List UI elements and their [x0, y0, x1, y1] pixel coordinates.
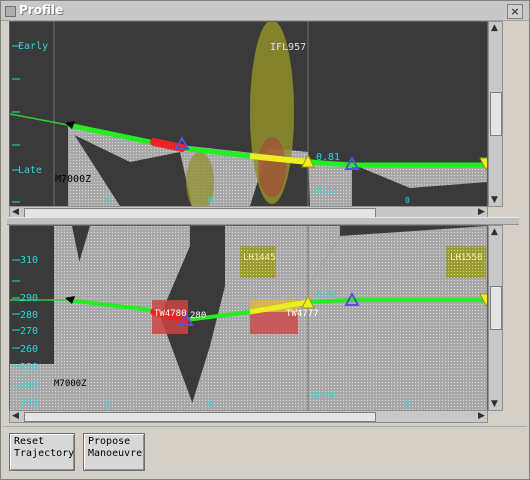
window-title: Profile [19, 3, 64, 17]
top-profile-canvas: 0 0 0 Early Late IFL957 M7000Z 0.81 10:1… [10, 22, 487, 206]
flight-label-ifl957[interactable]: IFL957 [270, 42, 306, 53]
altitude-label: 220 [20, 398, 38, 409]
time-label: 10:15 [313, 186, 337, 195]
flight-label: TW4777 [286, 309, 319, 319]
scroll-thumb[interactable] [490, 286, 502, 330]
flight-label: LH1445 [243, 253, 276, 263]
bottom-profile-panel[interactable]: 310 290 280 270 260 250 240 220 M7000Z L… [9, 225, 488, 411]
scroll-thumb[interactable] [490, 92, 502, 136]
altitude-label: 250 [20, 362, 38, 373]
close-button[interactable]: × [507, 4, 523, 19]
title-bar[interactable]: Profile × [1, 1, 529, 21]
button-bar [3, 426, 527, 478]
button-label-line: Trajectory [14, 448, 75, 459]
pane-splitter[interactable] [7, 217, 519, 225]
window-menu-icon[interactable] [5, 6, 16, 17]
altitude-label: 260 [20, 344, 38, 355]
scroll-up-icon[interactable]: ▲ [489, 23, 500, 33]
tick-label: 0 [405, 400, 410, 409]
scroll-down-icon[interactable]: ▼ [489, 195, 500, 205]
button-label-line: Reset [14, 436, 45, 447]
profile-window: Profile × 0 0 0 Early Late IFL957 M7000Z… [0, 0, 530, 480]
value-label: 0.81 [316, 291, 338, 301]
flight-label: TW4780 [154, 309, 187, 319]
tick-label: 0 [405, 196, 410, 205]
value-label: 0.81 [316, 152, 340, 163]
altitude-label: 240 [20, 380, 38, 391]
reset-trajectory-button[interactable]: Reset Trajectory [9, 433, 75, 471]
tick-label: 0 [208, 400, 213, 409]
top-profile-panel[interactable]: 0 0 0 Early Late IFL957 M7000Z 0.81 10:1… [9, 21, 488, 207]
flight-label: M7000Z [54, 379, 87, 389]
scroll-down-icon[interactable]: ▼ [489, 399, 500, 409]
altitude-label: 280 [20, 310, 38, 321]
altitude-label: 310 [20, 255, 38, 266]
scroll-thumb[interactable] [24, 412, 376, 422]
scroll-right-icon[interactable]: ▶ [476, 207, 487, 217]
button-label-line: Propose [88, 436, 131, 447]
top-vertical-scrollbar[interactable]: ▲ ▼ [488, 21, 503, 207]
time-label: 10:15 [310, 391, 334, 400]
tick-label: 0 [105, 196, 110, 205]
flight-label: LH1550 [450, 253, 483, 263]
tick-label: 0 [208, 196, 213, 205]
scroll-up-icon[interactable]: ▲ [489, 227, 500, 237]
scroll-right-icon[interactable]: ▶ [476, 411, 487, 421]
scroll-left-icon[interactable]: ◀ [10, 411, 21, 421]
flight-label-m7000z[interactable]: M7000Z [55, 174, 91, 185]
tick-label: 0 [105, 400, 110, 409]
propose-manoeuvre-button[interactable]: Propose Manoeuvre [83, 433, 145, 471]
bottom-horizontal-scrollbar[interactable]: ◀ ▶ [9, 410, 488, 423]
bottom-profile-canvas: 310 290 280 270 260 250 240 220 M7000Z L… [10, 226, 487, 410]
bottom-vertical-scrollbar[interactable]: ▲ ▼ [488, 225, 503, 411]
scroll-left-icon[interactable]: ◀ [10, 207, 21, 217]
altitude-label: 290 [20, 293, 38, 304]
y-label-early: Early [18, 41, 48, 52]
altitude-label: 270 [20, 326, 38, 337]
y-label-late: Late [18, 165, 42, 176]
button-label-line: Manoeuvre [88, 448, 143, 459]
value-label: 280 [190, 311, 206, 321]
